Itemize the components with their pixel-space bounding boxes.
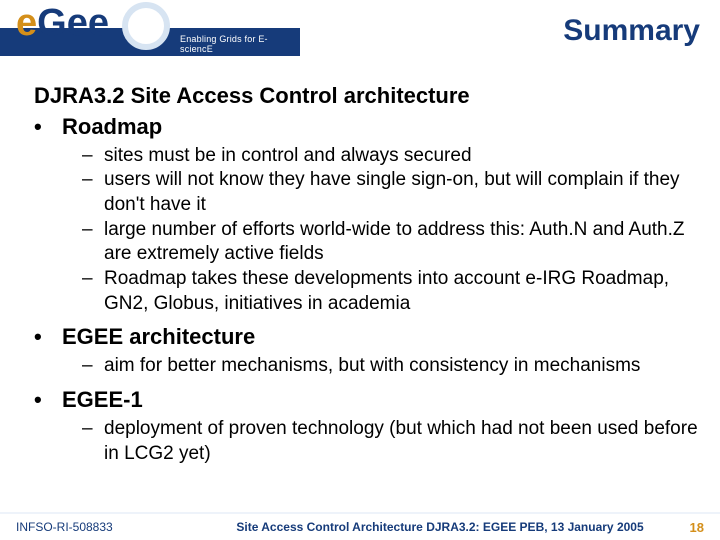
- logo-e-icon: e: [16, 4, 37, 42]
- bullet-egee1: EGEE-1: [34, 387, 698, 413]
- slide-title: Summary: [563, 14, 700, 48]
- footer-title: Site Access Control Architecture DJRA3.2…: [216, 520, 664, 534]
- footer: INFSO-RI-508833 Site Access Control Arch…: [0, 512, 720, 540]
- sub-bullet: users will not know they have single sig…: [82, 168, 698, 217]
- logo-ee-icon: ee: [67, 4, 109, 42]
- logo-circle: [122, 2, 170, 50]
- tagline: Enabling Grids for E-sciencE: [180, 34, 300, 54]
- sub-bullet: aim for better mechanisms, but with cons…: [82, 354, 698, 379]
- logo-g-icon: G: [37, 4, 67, 42]
- bullet-roadmap: Roadmap: [34, 114, 698, 140]
- header: Enabling Grids for E-sciencE eGee Summar…: [0, 0, 720, 60]
- bullet-egee-arch: EGEE architecture: [34, 324, 698, 350]
- slide-content: DJRA3.2 Site Access Control architecture…: [0, 60, 720, 466]
- heading: DJRA3.2 Site Access Control architecture: [34, 82, 698, 110]
- sub-bullet: Roadmap takes these developments into ac…: [82, 267, 698, 316]
- page-number: 18: [664, 520, 704, 535]
- sub-bullet: sites must be in control and always secu…: [82, 144, 698, 169]
- sub-bullet: deployment of proven technology (but whi…: [82, 417, 698, 466]
- logo: eGee: [16, 4, 109, 42]
- sub-bullet: large number of efforts world-wide to ad…: [82, 218, 698, 267]
- footer-ref: INFSO-RI-508833: [16, 520, 216, 534]
